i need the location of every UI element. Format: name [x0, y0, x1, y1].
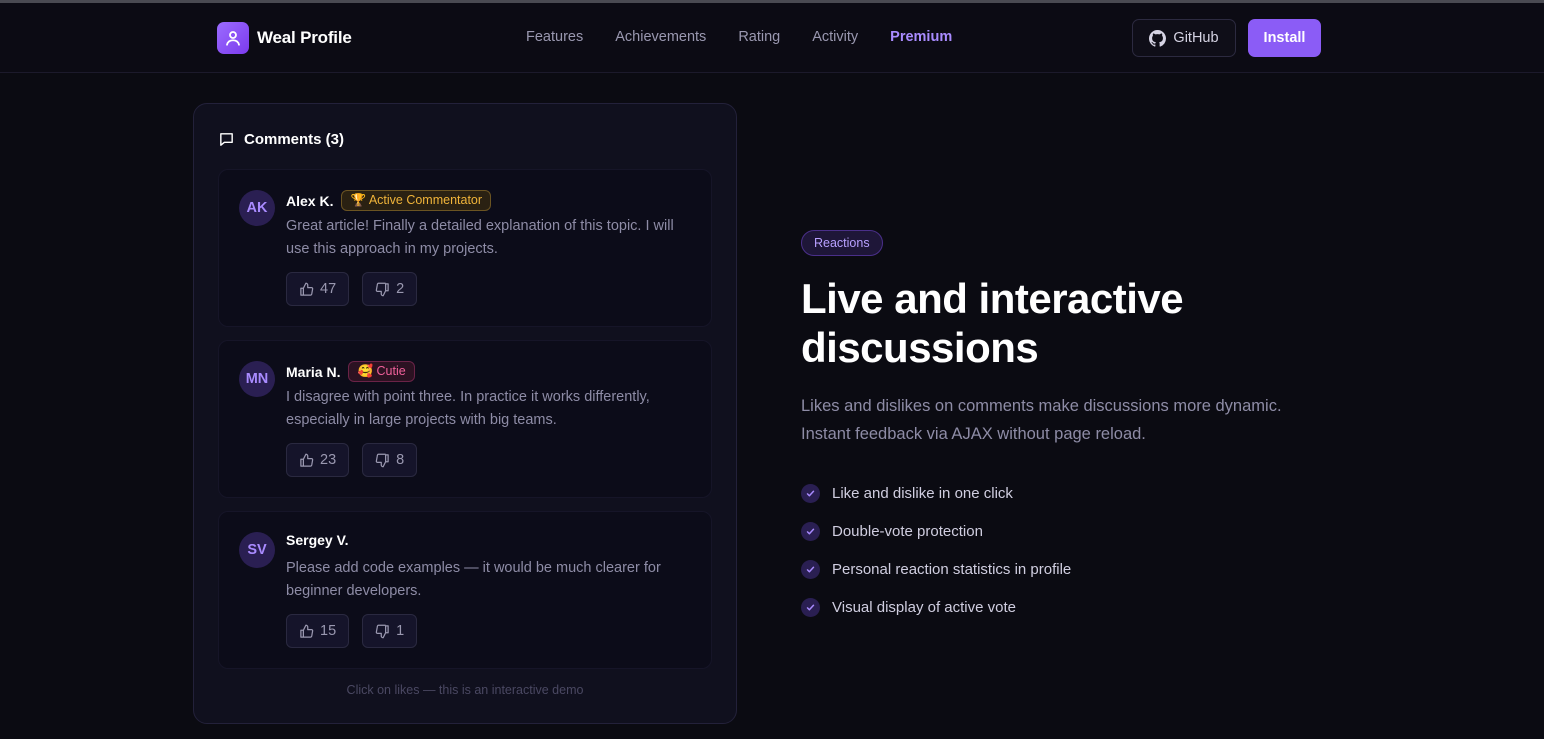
section-tag: Reactions [801, 230, 883, 256]
install-button[interactable]: Install [1248, 19, 1321, 57]
like-button[interactable]: 15 [286, 614, 350, 648]
github-icon [1149, 29, 1167, 47]
achievement-badge: 🥰 Cutie [348, 361, 415, 382]
avatar: AK [239, 190, 275, 226]
feature-item: Personal reaction statistics in profile [801, 550, 1361, 588]
check-icon [801, 597, 820, 617]
check-icon [801, 521, 820, 541]
comment-card: SV Sergey V. Please add code examples — … [218, 511, 712, 669]
thumbs-down-icon [375, 624, 389, 638]
like-count: 47 [320, 281, 337, 297]
main-nav: Features Achievements Rating Activity Pr… [526, 29, 984, 45]
avatar: SV [239, 532, 275, 568]
comment-card: MN Maria N. 🥰 Cutie I disagree with poin… [218, 340, 712, 498]
thumbs-down-icon [375, 453, 389, 467]
comments-panel: Comments (3) AK Alex K. 🏆 Active Comment… [193, 103, 737, 724]
hero-section: Reactions Live and interactive discussio… [801, 230, 1361, 626]
comments-title: Comments (3) [218, 131, 344, 148]
feature-item: Double-vote protection [801, 512, 1361, 550]
dislike-count: 8 [396, 452, 405, 468]
nav-features[interactable]: Features [526, 29, 583, 45]
nav-achievements[interactable]: Achievements [615, 29, 706, 45]
hero-subtitle: Likes and dislikes on comments make disc… [801, 397, 1282, 443]
like-button[interactable]: 47 [286, 272, 350, 306]
hero-headline: Live and interactive discussions [801, 275, 1184, 371]
comment-text: Great article! Finally a detailed explan… [286, 218, 674, 257]
achievement-badge: 🏆 Active Commentator [341, 190, 492, 211]
feature-list: Like and dislike in one click Double-vot… [801, 474, 1361, 626]
thumbs-down-icon [375, 282, 389, 296]
like-button[interactable]: 23 [286, 443, 350, 477]
comment-author: Maria N. [286, 363, 341, 380]
dislike-count: 1 [396, 623, 405, 639]
dislike-count: 2 [396, 281, 405, 297]
thumbs-up-icon [300, 453, 314, 467]
brand[interactable]: Weal Profile [217, 22, 352, 54]
comment-text: Please add code examples — it would be m… [286, 560, 661, 599]
comment-icon [220, 133, 233, 146]
check-icon [801, 483, 820, 503]
thumbs-up-icon [300, 624, 314, 638]
like-count: 15 [320, 623, 337, 639]
dislike-button[interactable]: 1 [362, 614, 418, 648]
nav-activity[interactable]: Activity [812, 29, 858, 45]
thumbs-up-icon [300, 282, 314, 296]
demo-note: Click on likes — this is an interactive … [346, 683, 584, 697]
dislike-button[interactable]: 8 [362, 443, 418, 477]
comment-card: AK Alex K. 🏆 Active Commentator Great ar… [218, 169, 712, 327]
comment-text: I disagree with point three. In practice… [286, 389, 650, 428]
nav-premium[interactable]: Premium [890, 29, 952, 45]
comment-author: Sergey V. [286, 532, 349, 548]
github-label: GitHub [1173, 30, 1219, 46]
brand-name: Weal Profile [257, 28, 352, 47]
feature-item: Like and dislike in one click [801, 474, 1361, 512]
site-header: Weal Profile Features Achievements Ratin… [0, 3, 1544, 73]
user-icon [217, 22, 249, 54]
nav-rating[interactable]: Rating [738, 29, 780, 45]
avatar: MN [239, 361, 275, 397]
comment-author: Alex K. [286, 192, 334, 209]
dislike-button[interactable]: 2 [362, 272, 418, 306]
like-count: 23 [320, 452, 337, 468]
github-button[interactable]: GitHub [1132, 19, 1236, 57]
check-icon [801, 559, 820, 579]
feature-item: Visual display of active vote [801, 588, 1361, 626]
